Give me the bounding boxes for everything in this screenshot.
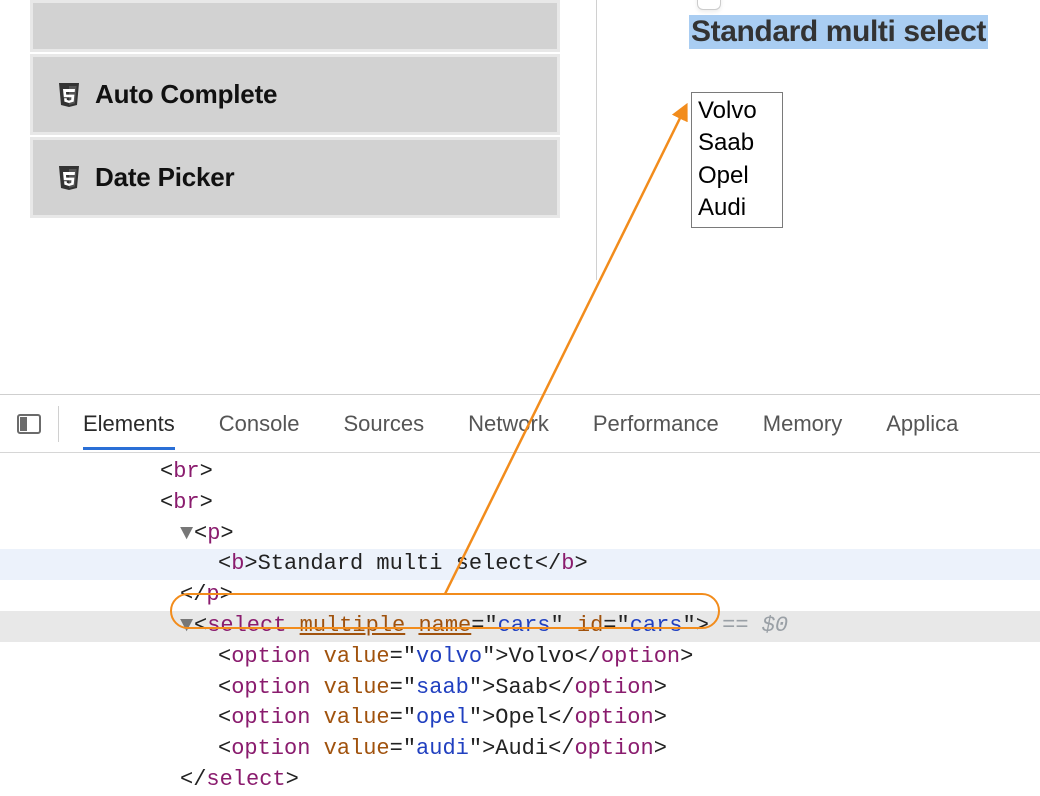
dom-node-select-close[interactable]: </select> <box>0 765 1040 796</box>
tooltip-pointer <box>697 0 721 10</box>
html5-icon <box>57 81 81 109</box>
tab-performance[interactable]: Performance <box>593 397 719 450</box>
cars-multi-select[interactable]: Volvo Saab Opel Audi <box>691 92 783 228</box>
tab-elements[interactable]: Elements <box>83 397 175 450</box>
select-option-audi[interactable]: Audi <box>696 192 778 224</box>
multiselect-heading: Standard multi select <box>689 15 988 49</box>
sidebar-item-datepicker[interactable]: Date Picker <box>30 137 560 218</box>
html5-icon <box>57 164 81 192</box>
dom-node-b[interactable]: <b>Standard multi select</b> <box>0 549 1040 580</box>
devtools-toolbar: Elements Console Sources Network Perform… <box>0 395 1040 453</box>
tab-memory[interactable]: Memory <box>763 397 842 450</box>
dom-node-option[interactable]: <option value="audi">Audi</option> <box>0 734 1040 765</box>
select-option-opel[interactable]: Opel <box>696 160 778 192</box>
devtools-tabs: Elements Console Sources Network Perform… <box>71 397 958 450</box>
select-option-saab[interactable]: Saab <box>696 127 778 159</box>
sidebar-item-label: Date Picker <box>95 162 234 193</box>
select-option-volvo[interactable]: Volvo <box>696 95 778 127</box>
toolbar-separator <box>58 406 59 442</box>
dom-node-option[interactable]: <option value="volvo">Volvo</option> <box>0 642 1040 673</box>
tab-console[interactable]: Console <box>219 397 300 450</box>
tab-network[interactable]: Network <box>468 397 549 450</box>
dom-node-br[interactable]: <br> <box>0 457 1040 488</box>
preview-panel: Standard multi select Volvo Saab Opel Au… <box>596 0 1040 280</box>
dom-node-br[interactable]: <br> <box>0 488 1040 519</box>
tab-application[interactable]: Applica <box>886 397 958 450</box>
dom-node-option[interactable]: <option value="opel">Opel</option> <box>0 703 1040 734</box>
dom-node-option[interactable]: <option value="saab">Saab</option> <box>0 673 1040 704</box>
dom-node-select-open[interactable]: ▼<select multiple name="cars" id="cars">… <box>0 611 1040 642</box>
sidebar-item-label: Auto Complete <box>95 79 277 110</box>
devtools-panel: Elements Console Sources Network Perform… <box>0 394 1040 782</box>
elements-dom-tree[interactable]: <br> <br> ▼<p> <b>Standard multi select<… <box>0 453 1040 796</box>
sidebar: Auto Complete Date Picker <box>30 0 560 220</box>
tab-sources[interactable]: Sources <box>343 397 424 450</box>
dock-icon[interactable] <box>12 407 46 441</box>
sidebar-item-stub[interactable] <box>30 0 560 52</box>
dom-node-p-open[interactable]: ▼<p> <box>0 519 1040 550</box>
dom-node-p-close[interactable]: </p> <box>0 580 1040 611</box>
sidebar-item-autocomplete[interactable]: Auto Complete <box>30 54 560 135</box>
